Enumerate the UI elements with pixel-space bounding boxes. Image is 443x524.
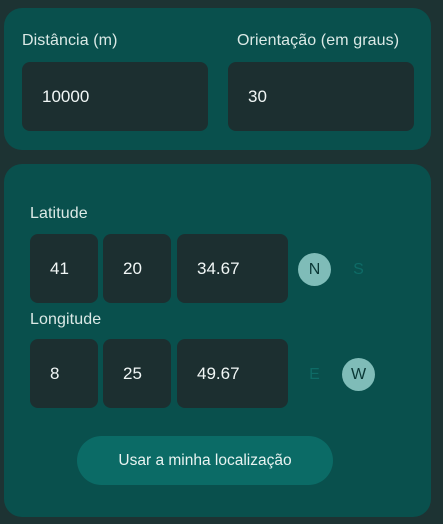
latitude-label: Latitude (30, 205, 88, 222)
longitude-seconds-field[interactable] (177, 339, 288, 408)
longitude-minutes-field[interactable] (103, 339, 171, 408)
longitude-degrees-input[interactable] (30, 339, 98, 408)
orientation-label: Orientação (em graus) (237, 32, 400, 49)
south-toggle[interactable]: S (342, 253, 375, 286)
distance-field[interactable] (22, 62, 208, 131)
longitude-degrees-field[interactable] (30, 339, 98, 408)
distance-input[interactable] (22, 62, 208, 131)
latitude-degrees-field[interactable] (30, 234, 98, 303)
east-toggle[interactable]: E (298, 358, 331, 391)
longitude-minutes-input[interactable] (103, 339, 171, 408)
longitude-label: Longitude (30, 311, 102, 328)
latitude-minutes-input[interactable] (103, 234, 171, 303)
distance-label: Distância (m) (22, 32, 118, 49)
north-toggle[interactable]: N (298, 253, 331, 286)
latitude-minutes-field[interactable] (103, 234, 171, 303)
latitude-degrees-input[interactable] (30, 234, 98, 303)
latitude-seconds-input[interactable] (177, 234, 288, 303)
latitude-seconds-field[interactable] (177, 234, 288, 303)
use-my-location-button[interactable]: Usar a minha localização (77, 436, 333, 485)
longitude-seconds-input[interactable] (177, 339, 288, 408)
west-toggle[interactable]: W (342, 358, 375, 391)
orientation-input[interactable] (228, 62, 414, 131)
orientation-field[interactable] (228, 62, 414, 131)
